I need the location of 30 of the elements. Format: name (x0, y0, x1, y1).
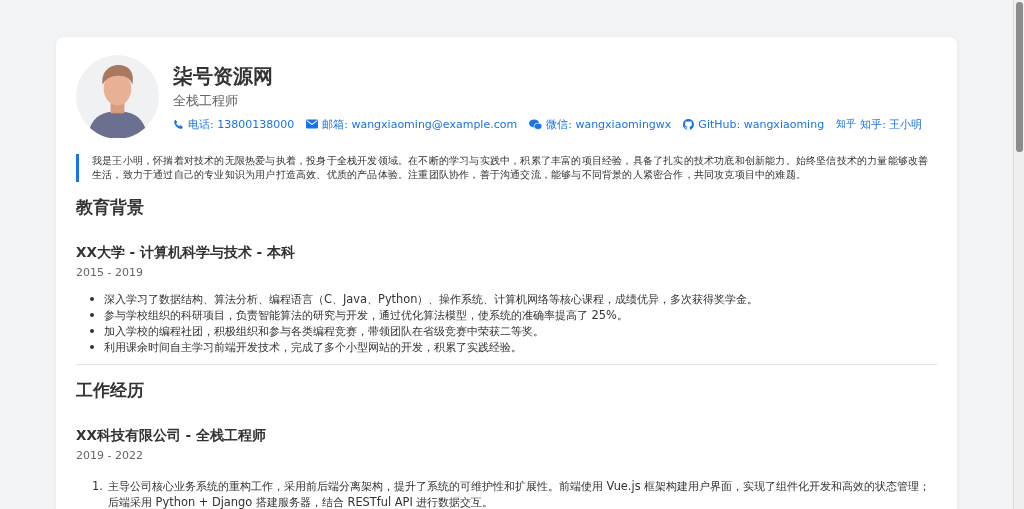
entry-heading: XX科技有限公司 - 全栈工程师 (76, 426, 267, 445)
date-range: 2019 - 2022 (76, 448, 144, 464)
contact-link[interactable]: 知乎: 王小明 (860, 116, 923, 132)
bullet-dot (90, 297, 94, 301)
list-item-text: 加入学校的编程社团，积极组织和参与各类编程竞赛，带领团队在省级竞赛中荣获二等奖。 (104, 323, 544, 339)
entry-heading: XX大学 - 计算机科学与技术 - 本科 (76, 243, 296, 262)
scrollbar-thumb[interactable] (1015, 2, 1023, 152)
job-title: 全栈工程师 (173, 92, 239, 110)
chat-bubbles-icon (529, 118, 543, 130)
bullet-dot (90, 345, 94, 349)
phone-icon (173, 118, 184, 130)
date-range: 2015 - 2019 (76, 265, 144, 281)
contact-link[interactable]: 邮箱: wangxiaoming@example.com (322, 116, 518, 132)
list-item-text: 利用课余时间自主学习前端开发技术，完成了多个小型网站的开发，积累了实践经验。 (104, 339, 522, 355)
envelope-icon (306, 119, 319, 129)
github-icon (683, 118, 695, 130)
bio-paragraph: 我是王小明，怀揣着对技术的无限热爱与执着，投身于全栈开发领域。在不断的学习与实践中，积累了丰富的项目经验，具备了扎实的技术功底和创新能力。始终坚信技术的力量能够改善生活，致力于通过自己的专业知识为用户打造高效、优质的产品体验。注重团队协作，善于沟通交流，能够与不同背景的人紧密合作，共同攻克项目中的难题。 (76, 154, 937, 182)
zhihu-label: 知乎 (836, 117, 857, 131)
bullet-dot (90, 313, 94, 317)
bullet-dot (90, 329, 94, 333)
section-heading: 教育背景 (76, 197, 145, 219)
contact-link[interactable]: 微信: wangxiaomingwx (546, 116, 672, 132)
contact-link[interactable]: GitHub: wangxiaoming (698, 117, 825, 131)
list-item-text: 主导公司核心业务系统的重构工作，采用前后端分离架构，提升了系统的可维护性和扩展性。前端使用 Vue.js 框架构建用户界面，实现了组件化开发和高效的状态管理；后端采用 Python + Django 搭建服务器，结合 RESTful API 进行数据交互。 (108, 478, 932, 509)
section-heading: 工作经历 (76, 380, 145, 402)
list-item-text: 参与学校组织的科研项目，负责智能算法的研究与开发，通过优化算法模型，使系统的准确率提高了 25%。 (104, 307, 628, 323)
list-item-text: 深入学习了数据结构、算法分析、编程语言（C、Java、Python）、操作系统、计算机网络等核心课程，成绩优异，多次获得奖学金。 (104, 291, 759, 307)
contact-link[interactable]: 电话: 13800138000 (188, 116, 295, 132)
name-heading: 柒号资源网 (173, 62, 274, 90)
list-number: 1. (92, 478, 104, 495)
